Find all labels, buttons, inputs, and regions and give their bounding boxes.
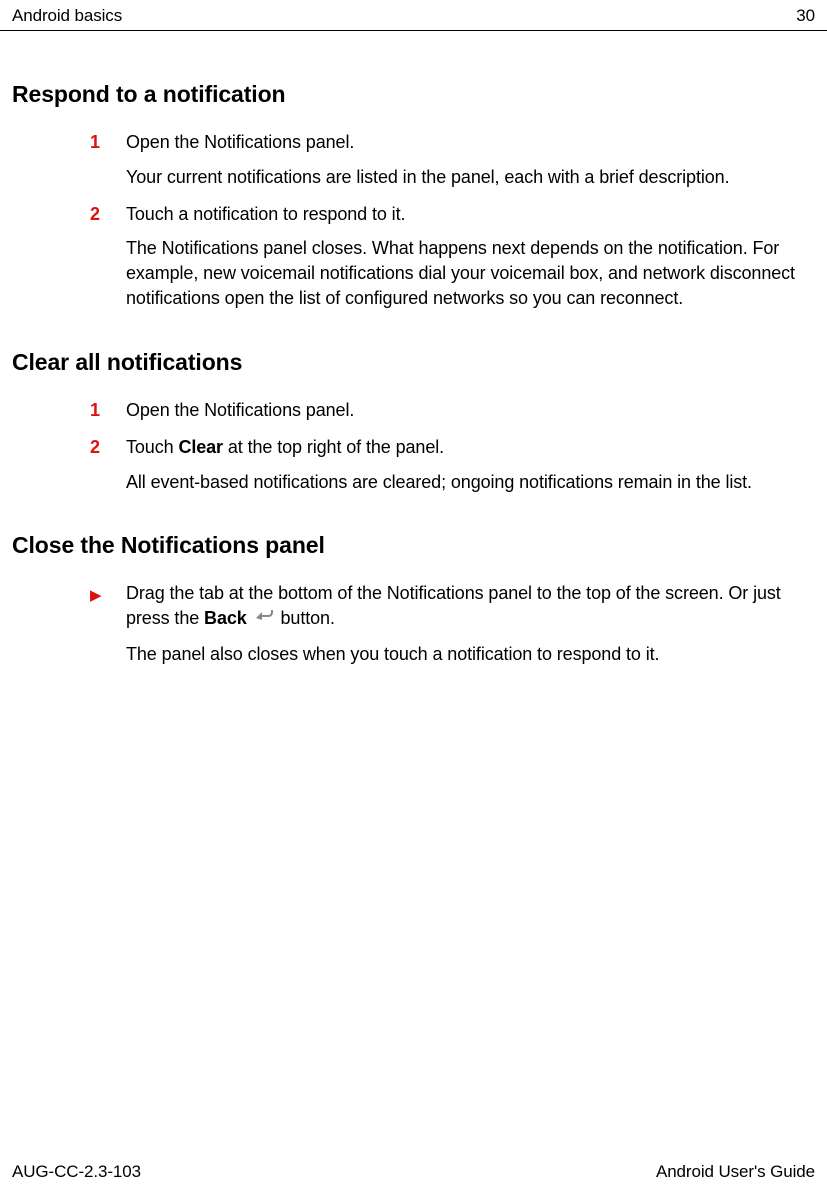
step-description: The Notifications panel closes. What hap… (126, 236, 815, 310)
back-icon (254, 606, 274, 631)
doc-id: AUG-CC-2.3-103 (12, 1162, 141, 1182)
step-list: 1 Open the Notifications panel. Your cur… (12, 130, 815, 311)
step-number: 1 (90, 132, 126, 153)
step-item: 2 Touch a notification to respond to it.… (126, 202, 815, 311)
step-text: Touch Clear at the top right of the pane… (126, 435, 444, 460)
bullet-icon: ▶ (90, 586, 126, 604)
step-item: ▶ Drag the tab at the bottom of the Noti… (126, 581, 815, 666)
step-description: Your current notifications are listed in… (126, 165, 815, 190)
section-heading: Respond to a notification (12, 81, 815, 108)
page-content: Respond to a notification 1 Open the Not… (0, 31, 827, 667)
step-number: 2 (90, 437, 126, 458)
step-text: Touch a notification to respond to it. (126, 202, 405, 227)
step-text: Open the Notifications panel. (126, 130, 354, 155)
step-list: 1 Open the Notifications panel. 2 Touch … (12, 398, 815, 494)
step-number: 1 (90, 400, 126, 421)
text-pre: Touch (126, 437, 178, 457)
page-footer: AUG-CC-2.3-103 Android User's Guide (12, 1162, 815, 1182)
chapter-title: Android basics (12, 6, 122, 26)
text-post: button. (276, 608, 335, 628)
section-heading: Close the Notifications panel (12, 532, 815, 559)
step-description: The panel also closes when you touch a n… (126, 642, 815, 667)
page-header: Android basics 30 (0, 0, 827, 31)
step-item: 1 Open the Notifications panel. Your cur… (126, 130, 815, 190)
text-post: at the top right of the panel. (223, 437, 444, 457)
step-description: All event-based notifications are cleare… (126, 470, 815, 495)
guide-name: Android User's Guide (656, 1162, 815, 1182)
step-list: ▶ Drag the tab at the bottom of the Noti… (12, 581, 815, 666)
step-text: Open the Notifications panel. (126, 398, 354, 423)
text-bold: Back (204, 608, 247, 628)
step-item: 2 Touch Clear at the top right of the pa… (126, 435, 815, 495)
step-number: 2 (90, 204, 126, 225)
step-item: 1 Open the Notifications panel. (126, 398, 815, 423)
section-heading: Clear all notifications (12, 349, 815, 376)
page-number: 30 (796, 6, 815, 26)
step-text: Drag the tab at the bottom of the Notifi… (126, 581, 815, 631)
text-bold: Clear (178, 437, 223, 457)
